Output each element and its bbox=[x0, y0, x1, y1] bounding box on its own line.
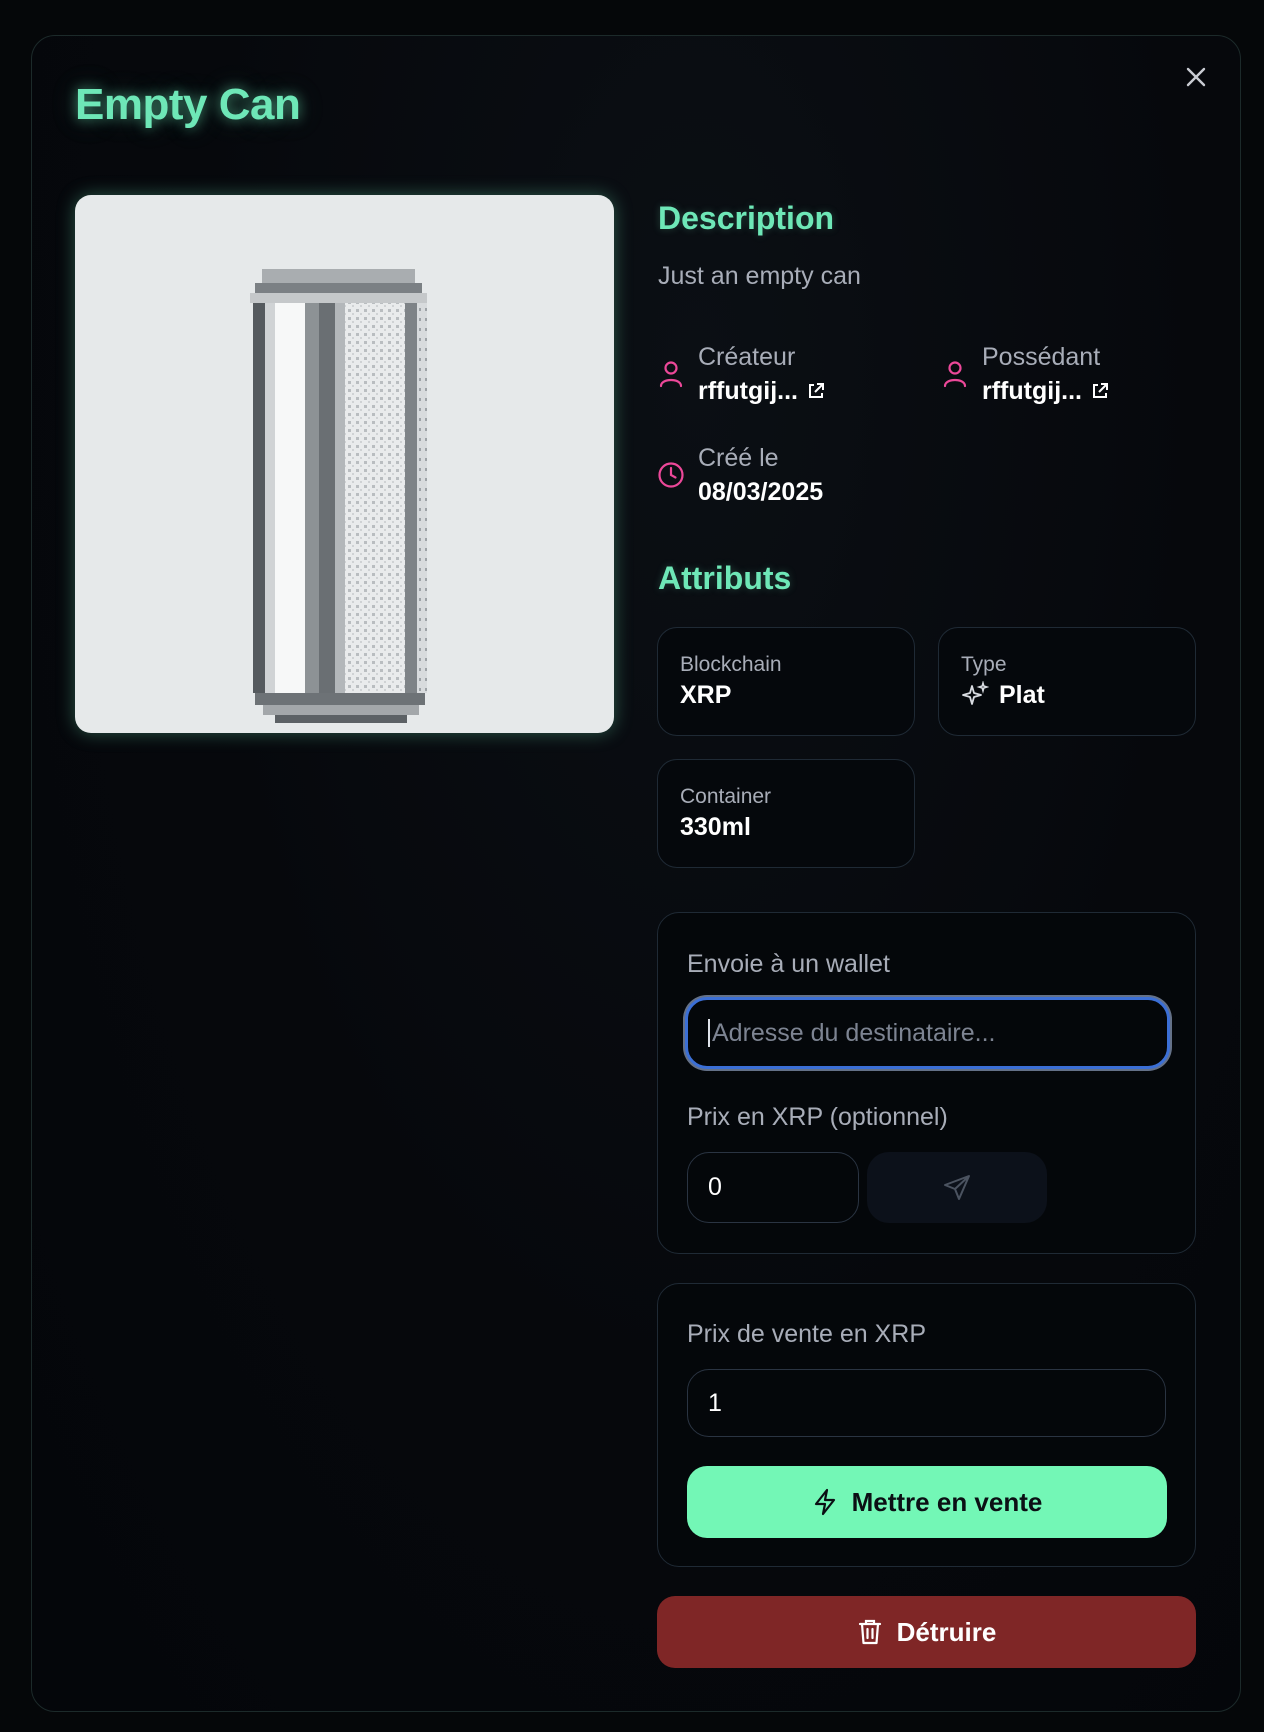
attribute-label: Type bbox=[961, 653, 1007, 676]
creator-info: Créateur rffutgij... bbox=[656, 340, 826, 408]
list-for-sale-label: Mettre en vente bbox=[851, 1486, 1043, 1517]
sale-price-input[interactable]: 1 bbox=[687, 1369, 1166, 1437]
close-icon bbox=[1186, 67, 1206, 87]
creator-label: Créateur bbox=[698, 343, 796, 371]
creator-link[interactable]: rffutgij... bbox=[698, 374, 826, 408]
attribute-value: XRP bbox=[680, 681, 732, 709]
transfer-price-value: 0 bbox=[708, 1173, 722, 1201]
list-for-sale-button[interactable]: Mettre en vente bbox=[687, 1466, 1167, 1538]
creator-address: rffutgij... bbox=[698, 377, 798, 405]
attribute-value: 330ml bbox=[680, 813, 751, 841]
nft-image bbox=[75, 195, 614, 733]
attribute-card-container: Container 330ml bbox=[657, 759, 915, 868]
owner-address: rffutgij... bbox=[982, 377, 1082, 405]
attribute-value: Plat bbox=[999, 681, 1045, 709]
description-text: Just an empty can bbox=[658, 262, 861, 290]
created-label: Créé le bbox=[698, 444, 779, 472]
attributes-heading: Attributs bbox=[658, 560, 792, 596]
destroy-button[interactable]: Détruire bbox=[657, 1596, 1196, 1668]
created-date: 08/03/2025 bbox=[698, 478, 824, 506]
owner-link[interactable]: rffutgij... bbox=[982, 374, 1110, 408]
user-icon bbox=[943, 361, 967, 388]
attribute-card-type: Type Plat bbox=[938, 627, 1196, 736]
sparkles-icon bbox=[962, 681, 989, 705]
destroy-label: Détruire bbox=[896, 1616, 997, 1647]
external-link-icon bbox=[1092, 383, 1108, 398]
sale-price-label: Prix de vente en XRP bbox=[687, 1320, 927, 1348]
created-date-info: Créé le 08/03/2025 bbox=[656, 441, 823, 509]
sale-price-value: 1 bbox=[708, 1388, 722, 1417]
lightning-icon bbox=[814, 1488, 835, 1516]
owner-label: Possédant bbox=[982, 343, 1101, 371]
attribute-card-blockchain: Blockchain XRP bbox=[657, 627, 915, 736]
attribute-label: Blockchain bbox=[680, 653, 782, 676]
clock-icon bbox=[658, 462, 684, 488]
pixel-can-image bbox=[250, 269, 427, 723]
send-icon bbox=[944, 1174, 970, 1200]
user-icon bbox=[659, 361, 683, 388]
transfer-price-label: Prix en XRP (optionnel) bbox=[687, 1103, 948, 1131]
transfer-price-input[interactable]: 0 bbox=[687, 1152, 859, 1223]
description-heading: Description bbox=[658, 200, 835, 236]
nft-title: Empty Can bbox=[75, 80, 301, 129]
recipient-address-placeholder: Adresse du destinataire... bbox=[712, 1018, 996, 1047]
trash-icon bbox=[858, 1619, 881, 1645]
owner-info: Possédant rffutgij... bbox=[940, 340, 1110, 408]
text-caret bbox=[708, 1019, 710, 1047]
recipient-address-input[interactable]: Adresse du destinataire... bbox=[685, 997, 1170, 1069]
transfer-label: Envoie à un wallet bbox=[687, 950, 890, 978]
external-link-icon bbox=[808, 383, 824, 398]
send-button[interactable] bbox=[867, 1152, 1047, 1223]
close-button[interactable] bbox=[1183, 64, 1209, 90]
attribute-label: Container bbox=[680, 785, 772, 808]
